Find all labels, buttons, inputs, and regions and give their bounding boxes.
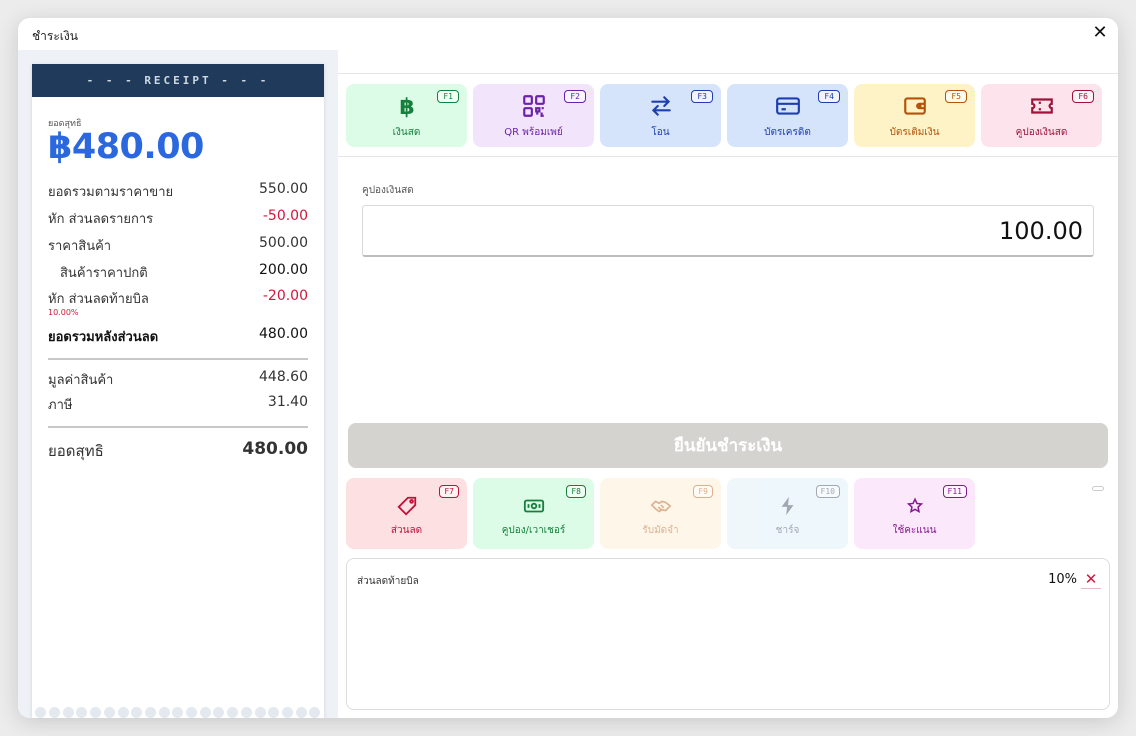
payment-method-cash-coupon[interactable]: F6 คูปองเงินสด <box>981 84 1102 147</box>
adjustment-label: รับมัดจำ <box>642 525 679 536</box>
receipt-row-label: มูลค่าสินค้า <box>48 373 114 388</box>
payment-method-label: QR พร้อมเพย์ <box>504 127 563 138</box>
applied-item-label: ส่วนลดท้ายบิล <box>357 576 419 587</box>
transfer-arrows-icon <box>647 92 675 120</box>
receipt-row-value: -20.00 <box>262 288 308 304</box>
payment-method-cash[interactable]: F1 ฿ เงินสด <box>346 84 467 147</box>
receipt-row-value: 200.00 <box>259 262 308 278</box>
receipt-row-product: ราคาสินค้า 500.00 <box>48 235 308 256</box>
shortcut-badge: F8 <box>566 485 586 498</box>
receipt-row-regular: สินค้าราคาปกติ 200.00 <box>60 262 308 283</box>
payment-methods: F1 ฿ เงินสด F2 QR พร้อมเพย์ F3 โอน F4 บั… <box>346 84 1102 147</box>
payment-method-credit-card[interactable]: F4 บัตรเครดิต <box>727 84 848 147</box>
payment-method-label: บัตรเครดิต <box>764 127 811 138</box>
payment-dialog: ชำระเงิน ✕ - - - RECEIPT - - - ยอดสุทธิ … <box>18 18 1118 718</box>
ticket-icon <box>1028 92 1056 120</box>
coupon-field-label: คูปองเงินสด <box>362 185 414 196</box>
payment-method-label: โอน <box>651 127 670 138</box>
receipt-divider <box>48 358 308 360</box>
receipt-row-gross: ยอดรวมตามราคาขาย 550.00 <box>48 181 308 202</box>
adjustment-label: ส่วนลด <box>390 525 423 536</box>
adjustment-deposit[interactable]: F9 รับมัดจำ <box>600 478 721 549</box>
receipt-row-label: หัก ส่วนลดรายการ <box>48 212 154 227</box>
receipt-row-value: 448.60 <box>259 369 308 385</box>
receipt-row-value: -50.00 <box>262 208 308 224</box>
receipt-row-value: 500.00 <box>259 235 308 251</box>
divider <box>338 73 1118 74</box>
remove-icon[interactable]: ✕ <box>1081 569 1101 589</box>
receipt-tear-edge <box>32 706 324 718</box>
shortcut-badge: F3 <box>691 90 713 103</box>
applied-adjustments-panel: ส่วนลดท้ายบิล 10% ✕ <box>346 558 1110 710</box>
receipt-row-label: หัก ส่วนลดท้ายบิล <box>48 292 149 307</box>
star-icon <box>903 494 927 518</box>
receipt-row-label: ภาษี <box>48 398 73 413</box>
payment-method-transfer[interactable]: F3 โอน <box>600 84 721 147</box>
bill-discount-percent: 10.00% <box>48 308 79 317</box>
adjustment-charge[interactable]: F10 ชาร์จ <box>727 478 848 549</box>
qr-code-icon <box>520 92 548 120</box>
receipt-row-tax: ภาษี 31.40 <box>48 394 308 415</box>
credit-card-icon <box>774 92 802 120</box>
divider <box>338 156 1118 157</box>
receipt-row-label: ยอดรวมหลังส่วนลด <box>48 330 159 345</box>
payment-method-label: บัตรเติมเงิน <box>889 127 940 138</box>
shortcut-badge: F6 <box>1072 90 1094 103</box>
payment-method-label: คูปองเงินสด <box>1015 127 1068 138</box>
confirm-payment-button[interactable]: ยืนยันชำระเงิน <box>348 423 1108 468</box>
shortcut-badge: F7 <box>439 485 459 498</box>
receipt-row-item-discount: หัก ส่วนลดรายการ -50.00 <box>48 208 308 229</box>
receipt-row-after-discount: ยอดรวมหลังส่วนลด 480.00 <box>48 326 308 347</box>
payment-method-qr-promptpay[interactable]: F2 QR พร้อมเพย์ <box>473 84 594 147</box>
baht-icon: ฿ <box>393 92 421 120</box>
payment-method-label: เงินสด <box>392 127 421 138</box>
receipt-row-value: 480.00 <box>242 439 308 459</box>
dialog-title: ชำระเงิน <box>32 29 78 43</box>
receipt-row-goods-value: มูลค่าสินค้า 448.60 <box>48 369 308 390</box>
adjustment-label: คูปอง/เวาเชอร์ <box>501 525 566 536</box>
receipt-row-label: ยอดรวมตามราคาขาย <box>48 185 174 200</box>
close-icon[interactable]: ✕ <box>1090 23 1110 43</box>
tag-icon <box>395 494 419 518</box>
payment-method-prepaid-card[interactable]: F5 บัตรเติมเงิน <box>854 84 975 147</box>
receipt-row-net-total: ยอดสุทธิ 480.00 <box>48 439 308 463</box>
adjustment-label: ใช้คะแนน <box>892 525 937 536</box>
shortcut-badge: F11 <box>942 485 967 498</box>
shortcut-badge: F9 <box>693 485 713 498</box>
shortcut-badge: F5 <box>945 90 967 103</box>
adjustment-actions: F7 ส่วนลด F8 คูปอง/เวาเชอร์ F9 รับมัดจำ <box>346 478 975 549</box>
receipt-row-label: ยอดสุทธิ <box>48 442 104 460</box>
bolt-icon <box>776 494 800 518</box>
applied-item-value: 10% <box>1048 572 1077 587</box>
adjustment-label: ชาร์จ <box>775 525 800 536</box>
receipt-row-label: สินค้าราคาปกติ <box>60 266 148 281</box>
coupon-amount-input[interactable]: 100.00 <box>362 205 1094 257</box>
shortcut-badge: F4 <box>818 90 840 103</box>
receipt-row-value: 480.00 <box>259 326 308 342</box>
net-total-amount: ฿480.00 <box>48 127 204 167</box>
adjustment-discount[interactable]: F7 ส่วนลด <box>346 478 467 549</box>
payment-panel: F1 ฿ เงินสด F2 QR พร้อมเพย์ F3 โอน F4 บั… <box>338 50 1118 718</box>
receipt-row-value: 31.40 <box>267 394 308 410</box>
handshake-icon <box>649 494 673 518</box>
voucher-icon <box>522 494 546 518</box>
receipt-row-value: 550.00 <box>259 181 308 197</box>
collapse-handle[interactable] <box>1092 486 1104 491</box>
svg-text:฿: ฿ <box>399 95 414 118</box>
receipt-divider <box>48 426 308 428</box>
receipt-row-bill-discount: หัก ส่วนลดท้ายบิล -20.00 <box>48 288 308 309</box>
receipt-header: - - - RECEIPT - - - <box>32 64 324 97</box>
adjustment-use-points[interactable]: F11 ใช้คะแนน <box>854 478 975 549</box>
shortcut-badge: F1 <box>437 90 459 103</box>
receipt-panel: - - - RECEIPT - - - ยอดสุทธิ ฿480.00 ยอด… <box>18 50 338 718</box>
shortcut-badge: F2 <box>564 90 586 103</box>
receipt-row-label: ราคาสินค้า <box>48 239 112 254</box>
wallet-icon <box>901 92 929 120</box>
receipt: - - - RECEIPT - - - ยอดสุทธิ ฿480.00 ยอด… <box>32 64 324 718</box>
adjustment-voucher[interactable]: F8 คูปอง/เวาเชอร์ <box>473 478 594 549</box>
shortcut-badge: F10 <box>815 485 840 498</box>
